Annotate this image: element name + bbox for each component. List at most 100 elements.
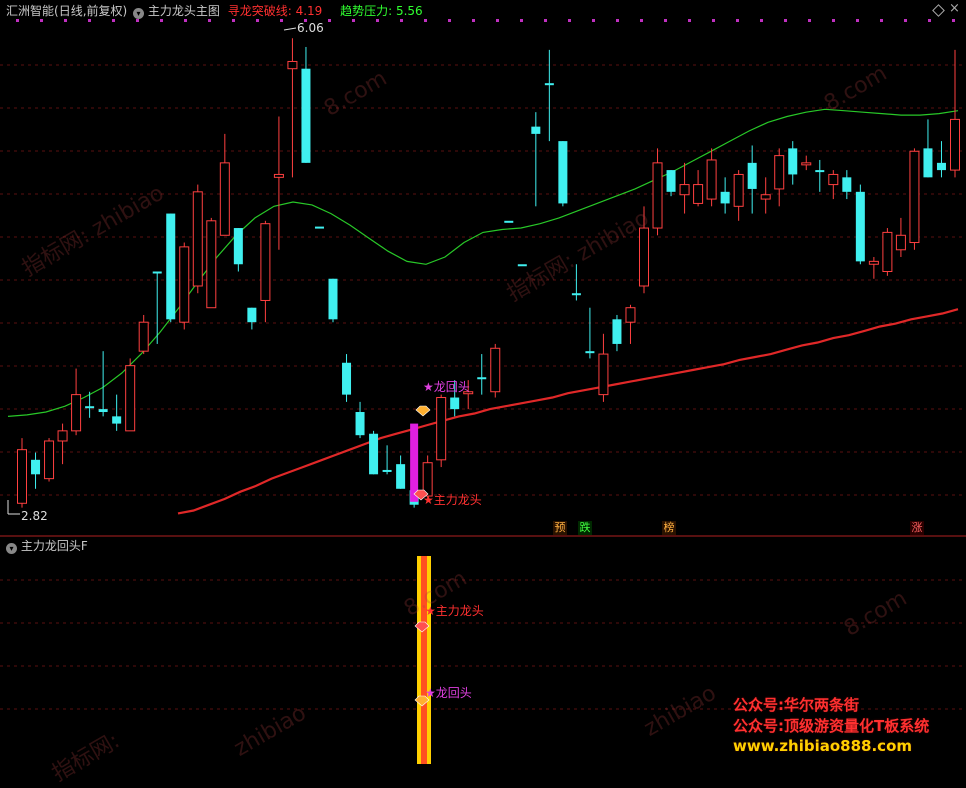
candle-body-up bbox=[436, 397, 447, 461]
stock-title[interactable]: 汇洲智能 bbox=[6, 4, 54, 18]
top-dot bbox=[760, 19, 763, 22]
top-dot bbox=[64, 19, 67, 22]
candle-body-up bbox=[287, 60, 298, 70]
candle-body-down bbox=[666, 170, 676, 192]
candle-body-down bbox=[558, 141, 568, 204]
candle-body-down bbox=[450, 397, 460, 410]
dragon-head-label: ★主力龙头 bbox=[423, 493, 482, 507]
top-dot bbox=[232, 19, 235, 22]
top-dot bbox=[880, 19, 883, 22]
high-price-label: 6.06 bbox=[297, 21, 324, 35]
promo-line-3: www.zhibiao888.com bbox=[733, 737, 913, 755]
candle-body-up bbox=[71, 394, 82, 432]
candle-body-up bbox=[206, 220, 217, 309]
candle-body-down bbox=[328, 278, 338, 320]
dragon-return-label: ★龙回头 bbox=[423, 380, 470, 394]
sub-dragon-head-label: ★主力龙头 bbox=[425, 604, 484, 618]
sub-indicator-name[interactable]: 主力龙回头F bbox=[21, 539, 88, 553]
top-dot bbox=[256, 19, 259, 22]
chevron-down-icon[interactable]: ▾ bbox=[133, 8, 145, 19]
candle-body-up bbox=[706, 159, 717, 200]
top-dot bbox=[688, 19, 691, 22]
marker-bang[interactable]: 榜 bbox=[662, 521, 676, 535]
candle-body-down bbox=[855, 191, 865, 262]
low-price-label: 2.82 bbox=[21, 509, 48, 523]
top-dot bbox=[472, 19, 475, 22]
marker-yu[interactable]: 预 bbox=[553, 521, 567, 535]
candle-body-down bbox=[369, 433, 379, 475]
top-dot bbox=[856, 19, 859, 22]
period-mode[interactable]: (日线,前复权) bbox=[54, 4, 127, 18]
candle-body-down bbox=[585, 351, 595, 354]
top-dot bbox=[952, 19, 955, 22]
high-tick bbox=[283, 27, 297, 31]
line2-value: 5.56 bbox=[395, 4, 423, 18]
candle-body-down bbox=[815, 170, 825, 173]
top-dot bbox=[544, 19, 547, 22]
candle-body-down bbox=[720, 191, 730, 204]
candle-body-up bbox=[138, 321, 149, 352]
top-dot bbox=[424, 19, 427, 22]
candle-body-down bbox=[152, 271, 162, 274]
top-dot bbox=[928, 19, 931, 22]
chevron-down-icon[interactable]: ▾ bbox=[6, 543, 17, 554]
candle-body-down bbox=[923, 148, 933, 178]
top-dot bbox=[664, 19, 667, 22]
candle-body-up bbox=[179, 246, 190, 323]
candle-body-up bbox=[219, 162, 230, 236]
dragon-head-candle bbox=[410, 423, 419, 502]
candle-body-down bbox=[477, 377, 487, 380]
top-dot bbox=[280, 19, 283, 22]
candle-body-down bbox=[112, 416, 122, 424]
candle-body-up bbox=[895, 234, 906, 251]
candle-body-down bbox=[247, 307, 257, 323]
candle-body-up bbox=[828, 173, 839, 186]
indicator-name[interactable]: 主力龙头主图 bbox=[148, 4, 220, 18]
chart-header: 汇洲智能(日线,前复权) ▾ 主力龙头主图 寻龙突破线: 4.19 趋势压力: … bbox=[6, 4, 423, 19]
sub-panel-header: ▾ 主力龙回头F bbox=[6, 539, 88, 554]
top-dot bbox=[136, 19, 139, 22]
top-dot bbox=[448, 19, 451, 22]
candle-body-up bbox=[882, 231, 893, 272]
candle-body-down bbox=[788, 148, 798, 175]
chart-canvas[interactable] bbox=[0, 0, 966, 764]
top-dot bbox=[376, 19, 379, 22]
candle-body-down bbox=[342, 362, 352, 395]
candle-body-down bbox=[747, 162, 757, 189]
candle-body-up bbox=[192, 191, 203, 287]
top-dot bbox=[184, 19, 187, 22]
candle-body-up bbox=[652, 162, 663, 229]
candle-body-down bbox=[355, 412, 365, 436]
series-line-trend bbox=[7, 108, 959, 417]
marker-zhang[interactable]: 涨 bbox=[910, 521, 924, 535]
top-dot bbox=[352, 19, 355, 22]
line1-label: 寻龙突破线: bbox=[227, 4, 296, 18]
candle-body-down bbox=[166, 213, 176, 320]
top-dot bbox=[520, 19, 523, 22]
top-dot bbox=[592, 19, 595, 22]
top-dot bbox=[16, 19, 19, 22]
top-dot bbox=[712, 19, 715, 22]
indicator-lines bbox=[7, 108, 959, 515]
candle-body-down bbox=[396, 464, 406, 489]
candle-body-up bbox=[679, 184, 690, 196]
dragon-return-gem-icon bbox=[415, 405, 431, 417]
candle-body-down bbox=[233, 228, 243, 265]
candle-body-up bbox=[909, 150, 920, 244]
candle-body-down bbox=[98, 409, 108, 413]
top-dot bbox=[784, 19, 787, 22]
top-dot bbox=[904, 19, 907, 22]
candle-body-down bbox=[936, 162, 946, 171]
candle-body-down bbox=[31, 459, 41, 475]
top-dot bbox=[160, 19, 163, 22]
line1-value: 4.19 bbox=[295, 4, 323, 18]
candle-body-up bbox=[801, 162, 812, 166]
candle-body-up bbox=[57, 430, 68, 442]
marker-die[interactable]: 跌 bbox=[578, 521, 592, 535]
candle-body-down bbox=[85, 406, 95, 409]
candle-body-up bbox=[44, 440, 55, 480]
candle-body-down bbox=[842, 177, 852, 192]
candle-body-up bbox=[733, 173, 744, 207]
close-icon[interactable]: × bbox=[949, 1, 960, 16]
top-dot bbox=[112, 19, 115, 22]
